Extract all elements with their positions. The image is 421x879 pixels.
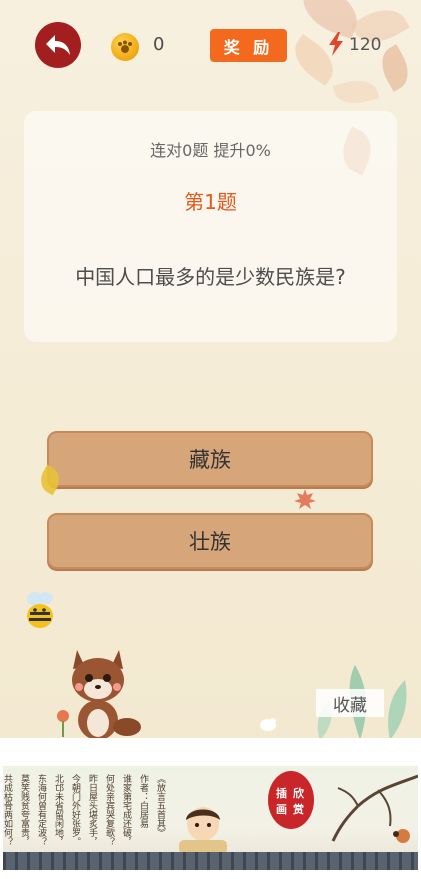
leaf-decoration bbox=[332, 74, 380, 110]
question-number: 第1题 bbox=[184, 190, 237, 214]
lightning-icon bbox=[329, 32, 343, 56]
answer-option[interactable]: 壮族 bbox=[47, 513, 373, 569]
poem-line: 东海何曾有定波？ bbox=[36, 774, 46, 846]
poem-line: 莫笑贱贫夸富贵， bbox=[19, 774, 29, 846]
reward-button[interactable]: 奖 励 bbox=[210, 29, 287, 62]
question-card: 连对0题 提升0% 第1题 中国人口最多的是少数民族是? bbox=[24, 111, 397, 342]
seal-char: 画 bbox=[276, 803, 287, 816]
poem-line: 共成枯骨两如何？ bbox=[3, 774, 12, 846]
illustration-banner[interactable]: 《放言五首其》 作者：白居易 谁家第宅成还破， 何处亲宾哭复歌？ 昨日屋头堪炙手… bbox=[3, 766, 418, 870]
maple-leaf-icon bbox=[294, 489, 316, 509]
illustration-seal: 插 画 欣 赏 bbox=[268, 771, 314, 829]
fence-decoration bbox=[3, 852, 418, 870]
streak-text: 连对0题 提升0% bbox=[150, 141, 271, 160]
poem-line: 昨日屋头堪炙手， bbox=[87, 774, 97, 846]
coin-count: 0 bbox=[153, 34, 165, 55]
poem-line: 北邙未省留闲地， bbox=[53, 774, 63, 846]
poem-title: 《放言五首其》 bbox=[155, 774, 165, 837]
fox-icon bbox=[72, 650, 141, 738]
back-arrow-icon bbox=[46, 35, 70, 55]
seal-char: 插 bbox=[276, 787, 287, 800]
bird-icon bbox=[260, 718, 276, 731]
answer-option[interactable]: 藏族 bbox=[47, 431, 373, 487]
flower-icon bbox=[57, 710, 69, 737]
energy-count: 120 bbox=[349, 35, 382, 55]
seal-char: 欣 bbox=[293, 787, 304, 800]
boy-illustration bbox=[179, 807, 227, 854]
favorite-button[interactable]: 收藏 bbox=[316, 689, 384, 717]
question-text: 中国人口最多的是少数民族是? bbox=[75, 265, 346, 289]
poem-text: 《放言五首其》 作者：白居易 谁家第宅成还破， 何处亲宾哭复歌？ 昨日屋头堪炙手… bbox=[3, 774, 165, 846]
poem-line: 何处亲宾哭复歌？ bbox=[104, 774, 114, 846]
coin-icon bbox=[111, 33, 139, 61]
branch-illustration bbox=[331, 774, 418, 843]
poem-author: 作者：白居易 bbox=[138, 774, 148, 828]
poem-line: 今朝门外好张罗。 bbox=[70, 774, 80, 846]
game-area: 0 奖 励 120 连对0题 提升0% 第1题 中国人口最多的是少数民族是? 藏… bbox=[0, 0, 421, 738]
seal-char: 赏 bbox=[293, 803, 304, 816]
screen: 0 奖 励 120 连对0题 提升0% 第1题 中国人口最多的是少数民族是? 藏… bbox=[0, 0, 421, 879]
poem-line: 谁家第宅成还破， bbox=[121, 774, 131, 846]
bee-icon bbox=[27, 592, 53, 628]
back-button[interactable] bbox=[35, 22, 81, 68]
